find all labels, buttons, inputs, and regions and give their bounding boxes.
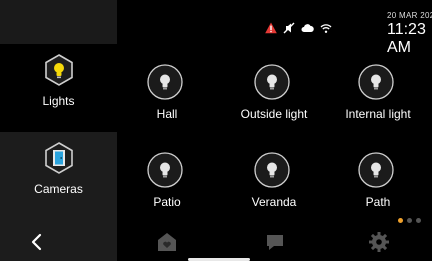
status-bar: 20 MAR 2024 11:23 AM (117, 0, 432, 56)
mute-icon (283, 22, 295, 34)
sidebar-item-lights[interactable]: Lights (0, 44, 117, 132)
home-icon[interactable] (155, 230, 179, 254)
light-tile-patio[interactable]: Patio (117, 145, 217, 233)
messages-icon[interactable] (263, 230, 287, 254)
light-tile-hall[interactable]: Hall (117, 57, 217, 145)
light-tile-outside[interactable]: Outside light (224, 57, 324, 145)
sidebar-item-label: Lights (42, 94, 75, 108)
settings-icon[interactable] (367, 230, 391, 254)
bulb-icon (45, 54, 73, 86)
bulb-icon (358, 64, 394, 100)
bulb-icon (254, 64, 290, 100)
sidebar-header (0, 0, 117, 44)
light-label: Patio (153, 195, 181, 209)
alert-icon (265, 22, 277, 34)
pagination-dots (398, 218, 421, 223)
page-dot-active[interactable] (398, 218, 403, 223)
page-dot[interactable] (416, 218, 421, 223)
status-icons (265, 20, 332, 36)
sidebar-item-cameras[interactable]: Cameras (0, 132, 117, 220)
light-tile-internal[interactable]: Internal light (328, 57, 428, 145)
bulb-icon (358, 152, 394, 188)
bottom-nav (0, 224, 432, 261)
bulb-icon (147, 152, 183, 188)
bulb-icon (254, 152, 290, 188)
light-label: Veranda (251, 195, 297, 209)
light-label: Path (365, 195, 391, 209)
sidebar-item-label: Cameras (34, 182, 83, 196)
wifi-icon (320, 23, 332, 33)
time-label: 11:23 AM (387, 21, 426, 56)
back-icon[interactable] (26, 230, 50, 254)
door-icon (45, 142, 73, 174)
light-label: Outside light (240, 107, 308, 121)
sidebar: Lights Cameras (0, 0, 117, 261)
light-label: Internal light (345, 107, 411, 121)
bulb-icon (147, 64, 183, 100)
date-label: 20 MAR 2024 (387, 11, 432, 20)
cloud-icon (301, 24, 314, 32)
page-dot[interactable] (407, 218, 412, 223)
light-label: Hall (156, 107, 178, 121)
light-tile-veranda[interactable]: Veranda (224, 145, 324, 233)
